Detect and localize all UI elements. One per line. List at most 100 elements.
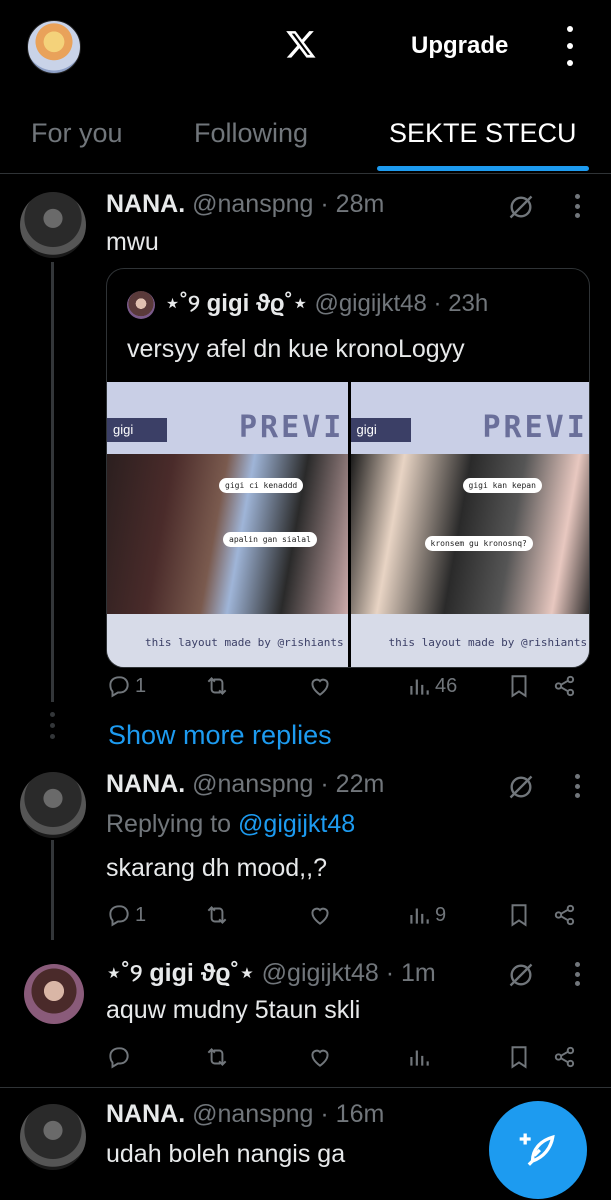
heart-icon [311,907,329,925]
layout-credit: this layout made by @rishiants [145,636,344,649]
top-bar: Upgrade [0,0,611,96]
avatar[interactable] [24,964,84,1024]
reply-button[interactable]: 1 [106,900,146,930]
views-count: 46 [435,674,458,697]
upgrade-button[interactable]: Upgrade [411,32,508,60]
like-button[interactable] [307,900,333,930]
views-button[interactable] [406,1042,432,1072]
quote-text: versyy afel dn kue kronoLogyy [127,335,465,363]
share-button[interactable] [552,671,578,701]
name-tag: gigi [107,418,167,442]
preview-label: PREVI [482,410,588,445]
tweet-header: NANA. @nanspng · 16m [106,1100,384,1129]
replying-to-label: Replying to [106,810,232,838]
views-button[interactable]: 46 [406,671,457,701]
share-icon [554,1046,575,1068]
share-button[interactable] [552,1042,578,1072]
heart-icon [311,1049,329,1067]
mention-link[interactable]: @gigijkt48 [238,810,355,838]
caption-bubble: apalin gan sialal [223,532,317,547]
tweet-text: mwu [106,228,159,256]
bookmark-icon [511,675,527,698]
more-vertical-icon[interactable] [560,26,580,66]
more-options-icon[interactable] [574,962,580,986]
share-icon [554,904,575,926]
repost-icon [207,906,227,924]
like-button[interactable] [307,671,333,701]
reply-count: 1 [135,903,147,926]
reply-icon [109,905,129,927]
tweet-actions: 1 9 [106,900,586,930]
user-handle[interactable]: @nanspng [192,190,313,218]
grok-icon[interactable] [507,773,535,801]
more-options-icon[interactable] [574,194,580,218]
avatar[interactable] [20,1104,86,1170]
views-icon [410,908,429,924]
tweet-header: ⋆˚୨ gigi ϑϱ˚⋆ @gigijkt48 · 1m [106,958,436,988]
media-image-2[interactable]: PREVI gigi gigi kan kepan kronsem gu kro… [350,382,589,667]
tweet-header: NANA. @nanspng · 22m [106,770,384,799]
quote-header: ⋆˚୨ gigi ϑϱ˚⋆ @gigijkt48 · 23h [165,289,488,318]
tweet-text: skarang dh mood,,? [106,854,327,882]
like-button[interactable] [307,1042,333,1072]
repost-button[interactable] [204,900,230,930]
avatar[interactable] [20,192,86,258]
active-tab-indicator [377,166,589,171]
views-button[interactable]: 9 [406,900,446,930]
display-name[interactable]: NANA. [106,770,185,798]
timestamp[interactable]: · 16m [320,1100,384,1128]
views-icon [410,1050,429,1066]
display-name[interactable]: NANA. [106,1100,185,1128]
display-name[interactable]: NANA. [106,190,185,218]
more-options-icon[interactable] [574,774,580,798]
tweet-actions [106,1042,586,1072]
x-logo-icon [286,31,316,58]
name-tag: gigi [350,418,411,442]
account-avatar[interactable] [27,20,81,74]
bookmark-button[interactable] [506,671,532,701]
views-count: 9 [435,903,447,926]
reply-count: 1 [135,674,147,697]
timestamp[interactable]: · 22m [320,770,384,798]
quote-handle: @gigijkt48 [314,290,427,317]
tab-for-you[interactable]: For you [31,118,123,149]
timestamp[interactable]: · 28m [320,190,384,218]
share-icon [554,675,575,697]
compose-button[interactable] [489,1101,587,1199]
thread-line [51,262,54,702]
repost-icon [207,677,227,695]
user-handle[interactable]: @gigijkt48 [262,959,379,987]
media-image-1[interactable]: PREVI gigi gigi ci kenaddd apalin gan si… [107,382,348,667]
thread-line [51,840,54,940]
avatar[interactable] [20,772,86,838]
grok-icon[interactable] [507,193,535,221]
preview-label: PREVI [239,410,345,445]
reply-button[interactable]: 1 [106,671,146,701]
display-name[interactable]: ⋆˚୨ gigi ϑϱ˚⋆ [106,959,255,987]
compose-post-icon [519,1133,555,1166]
bookmark-button[interactable] [506,1042,532,1072]
repost-button[interactable] [204,671,230,701]
user-handle[interactable]: @nanspng [192,1100,313,1128]
quoted-tweet[interactable]: ⋆˚୨ gigi ϑϱ˚⋆ @gigijkt48 · 23h versyy af… [106,268,590,668]
tab-following[interactable]: Following [194,118,308,149]
reply-button[interactable] [106,1042,132,1072]
reply-icon [109,676,129,698]
bookmark-button[interactable] [506,900,532,930]
caption-bubble: gigi ci kenaddd [219,478,304,493]
tweet-header: NANA. @nanspng · 28m [106,190,384,219]
quote-media[interactable]: PREVI gigi gigi ci kenaddd apalin gan si… [107,382,589,667]
replying-to: Replying to @gigijkt48 [106,810,355,839]
caption-bubble: gigi kan kepan [462,478,542,493]
share-button[interactable] [552,900,578,930]
tweet-actions: 1 46 [106,671,586,701]
repost-button[interactable] [204,1042,230,1072]
quote-avatar [127,291,155,319]
user-handle[interactable]: @nanspng [192,770,313,798]
quote-timestamp: · 23h [433,290,489,317]
grok-icon[interactable] [507,961,535,989]
tab-sekte-stecu[interactable]: SEKTE STECU [389,118,577,149]
show-more-replies-link[interactable]: Show more replies [108,720,332,751]
timestamp[interactable]: · 1m [386,959,436,987]
caption-bubble: kronsem gu kronosnq? [424,536,533,551]
